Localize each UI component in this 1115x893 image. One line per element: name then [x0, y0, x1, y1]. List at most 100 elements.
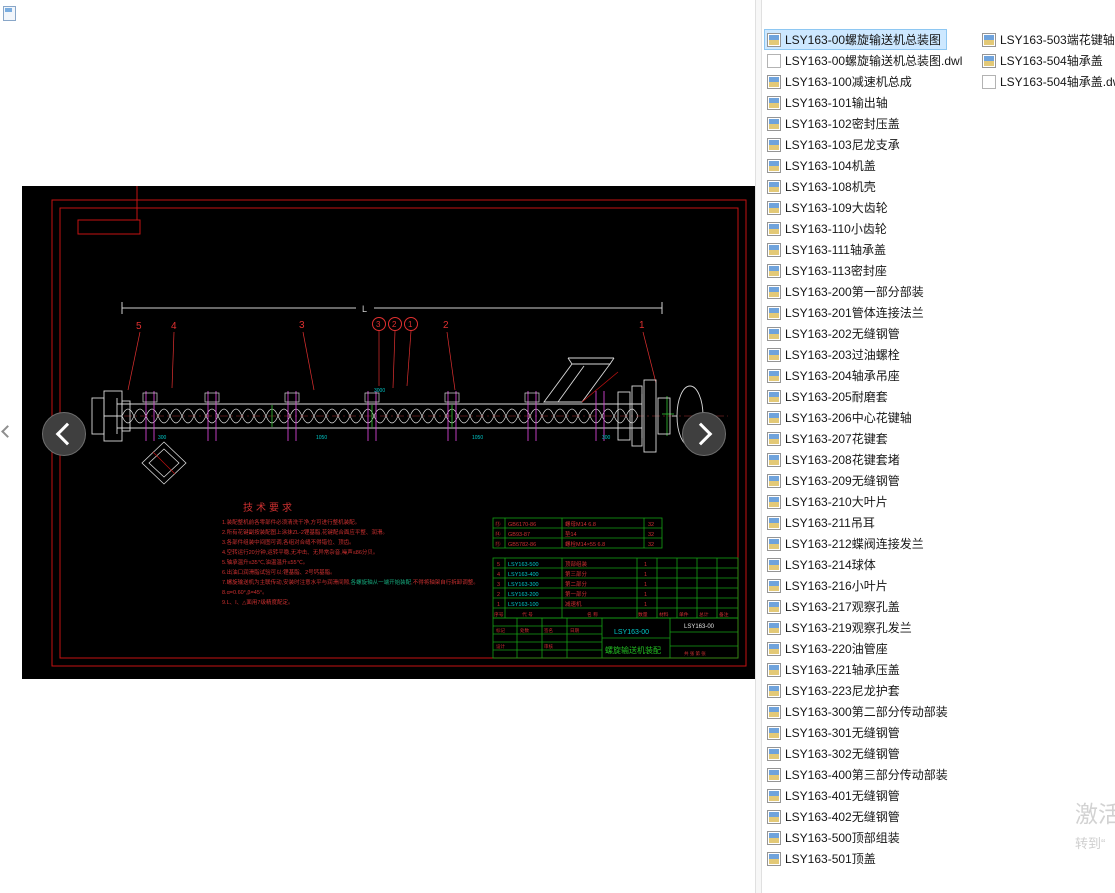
file-name: LSY163-103尼龙支承 [785, 138, 900, 152]
file-item[interactable]: LSY163-200第一部分部装 [764, 281, 930, 302]
file-icon [767, 389, 781, 404]
file-icon [767, 305, 781, 320]
svg-text:日期: 日期 [570, 628, 579, 634]
file-icon [767, 137, 781, 152]
file-name: LSY163-500顶部组装 [785, 831, 900, 845]
file-item[interactable]: LSY163-206中心花键轴 [764, 407, 918, 428]
file-item[interactable]: LSY163-211吊耳 [764, 512, 881, 533]
file-item[interactable]: LSY163-300第二部分传动部装 [764, 701, 954, 722]
file-icon [767, 767, 781, 782]
file-icon [982, 32, 996, 47]
title-block-code: LSY163-00 [614, 629, 649, 636]
file-item[interactable]: LSY163-504轴承盖.dwl [979, 71, 1115, 92]
svg-text:第一部分: 第一部分 [565, 590, 588, 598]
file-name: LSY163-100减速机总成 [785, 75, 912, 89]
file-item[interactable]: LSY163-111轴承盖 [764, 239, 892, 260]
dimension-line: L [121, 302, 663, 314]
file-item[interactable]: LSY163-101输出轴 [764, 92, 894, 113]
file-icon [767, 641, 781, 656]
file-item[interactable]: LSY163-504轴承盖 [979, 50, 1109, 71]
svg-text:LSY163-100: LSY163-100 [508, 602, 539, 608]
file-icon [767, 410, 781, 425]
file-icon [767, 683, 781, 698]
file-item[interactable]: LSY163-202无缝钢管 [764, 323, 906, 344]
svg-text:2: 2 [443, 320, 449, 331]
file-name: LSY163-202无缝钢管 [785, 327, 900, 341]
file-item[interactable]: LSY163-100减速机总成 [764, 71, 918, 92]
svg-text:总计: 总计 [699, 611, 709, 618]
file-icon [767, 347, 781, 362]
pane-splitter[interactable] [755, 0, 762, 893]
svg-text:垫14: 垫14 [565, 530, 577, 538]
file-item[interactable]: LSY163-217观察孔盖 [764, 596, 906, 617]
file-item[interactable]: LSY163-221轴承压盖 [764, 659, 906, 680]
file-icon [767, 326, 781, 341]
file-item[interactable]: LSY163-210大叶片 [764, 491, 894, 512]
file-item[interactable]: LSY163-113密封座 [764, 260, 893, 281]
file-item[interactable]: LSY163-205耐磨套 [764, 386, 894, 407]
svg-text:3: 3 [299, 320, 305, 331]
title-block-name: 螺旋输送机装配 [605, 645, 661, 655]
next-drawing-button[interactable] [682, 412, 726, 456]
svg-text:GB93-87: GB93-87 [508, 532, 530, 538]
svg-text:LSY163-200: LSY163-200 [508, 592, 539, 598]
file-item[interactable]: LSY163-401无缝钢管 [764, 785, 906, 806]
file-icon [767, 788, 781, 803]
balloon-callouts: 5 4 3 2 1 3 2 1 [127, 317, 657, 391]
file-item[interactable]: LSY163-212蝶阀连接发兰 [764, 533, 930, 554]
file-item[interactable]: LSY163-223尼龙护套 [764, 680, 906, 701]
file-item[interactable]: LSY163-400第三部分传动部装 [764, 764, 954, 785]
cad-preview-canvas: L 5 4 3 2 1 3 2 1 300 1050 1050 300 3000… [22, 186, 755, 679]
svg-text:5: 5 [497, 562, 500, 568]
file-icon [767, 494, 781, 509]
svg-text:8.α=0.60°,β=45°。: 8.α=0.60°,β=45°。 [222, 590, 268, 596]
svg-text:第三部分: 第三部分 [565, 570, 588, 578]
svg-text:3000: 3000 [374, 388, 385, 394]
file-item[interactable]: LSY163-214球体 [764, 554, 882, 575]
svg-text:1.装配整机前各零部件必须清洗干净,方可进行整机装配。: 1.装配整机前各零部件必须清洗干净,方可进行整机装配。 [222, 518, 360, 526]
file-item[interactable]: LSY163-00螺旋输送机总装图.dwl [764, 50, 968, 71]
svg-text:32: 32 [648, 522, 654, 528]
svg-text:3: 3 [376, 320, 381, 329]
svg-text:4.空转运行20分钟,运转平稳,无冲击、无异常杂音,噪声≤8: 4.空转运行20分钟,运转平稳,无冲击、无异常杂音,噪声≤86分贝。 [222, 548, 378, 556]
file-item[interactable]: LSY163-109大齿轮 [764, 197, 894, 218]
file-item[interactable]: LSY163-503端花键轴 [979, 29, 1115, 50]
file-item[interactable]: LSY163-00螺旋输送机总装图 [764, 29, 948, 50]
file-item[interactable]: LSY163-219观察孔发兰 [764, 617, 918, 638]
collapse-chevron-icon[interactable] [1, 425, 14, 438]
requirements-title: 技术要求 [243, 501, 295, 514]
file-item[interactable]: LSY163-204轴承吊座 [764, 365, 906, 386]
prev-drawing-button[interactable] [42, 412, 86, 456]
file-item[interactable]: LSY163-208花键套堵 [764, 449, 906, 470]
file-item[interactable]: LSY163-220油管座 [764, 638, 894, 659]
svg-text:处数: 处数 [520, 627, 529, 634]
file-item[interactable]: LSY163-108机壳 [764, 176, 882, 197]
chevron-right-icon [689, 422, 713, 446]
file-item[interactable]: LSY163-500顶部组装 [764, 827, 906, 848]
file-item[interactable]: LSY163-402无缝钢管 [764, 806, 906, 827]
file-item[interactable]: LSY163-207花键套 [764, 428, 894, 449]
svg-text:数量: 数量 [638, 611, 648, 618]
file-item[interactable]: LSY163-209无缝钢管 [764, 470, 906, 491]
file-item[interactable]: LSY163-201管体连接法兰 [764, 302, 930, 323]
file-item[interactable]: LSY163-302无缝钢管 [764, 743, 906, 764]
file-item[interactable]: LSY163-216小叶片 [764, 575, 894, 596]
file-item[interactable]: LSY163-203过油螺栓 [764, 344, 906, 365]
file-name: LSY163-504轴承盖.dwl [1000, 75, 1115, 89]
file-item[interactable]: LSY163-501顶盖 [764, 848, 882, 869]
app-window: L 5 4 3 2 1 3 2 1 300 1050 1050 300 3000… [0, 0, 1115, 893]
file-item[interactable]: LSY163-301无缝钢管 [764, 722, 906, 743]
svg-text:减速机: 减速机 [565, 600, 582, 608]
file-item[interactable]: LSY163-104机盖 [764, 155, 882, 176]
file-name: LSY163-221轴承压盖 [785, 663, 900, 677]
file-item[interactable]: LSY163-102密封压盖 [764, 113, 906, 134]
file-item[interactable]: LSY163-103尼龙支承 [764, 134, 906, 155]
watermark-line2: 转到“ [1075, 836, 1106, 851]
file-name: LSY163-00螺旋输送机总装图.dwl [785, 54, 963, 68]
document-icon[interactable] [3, 6, 16, 21]
svg-text:6.出油口润滑脂试验可以:锂基脂、2号钙基脂。: 6.出油口润滑脂试验可以:锂基脂、2号钙基脂。 [222, 568, 336, 576]
file-item[interactable]: LSY163-110小齿轮 [764, 218, 893, 239]
file-list-column-2: LSY163-503端花键轴 LSY163-504轴承盖 LSY163-504轴… [979, 29, 1115, 92]
file-name: LSY163-206中心花键轴 [785, 411, 912, 425]
file-icon [767, 830, 781, 845]
